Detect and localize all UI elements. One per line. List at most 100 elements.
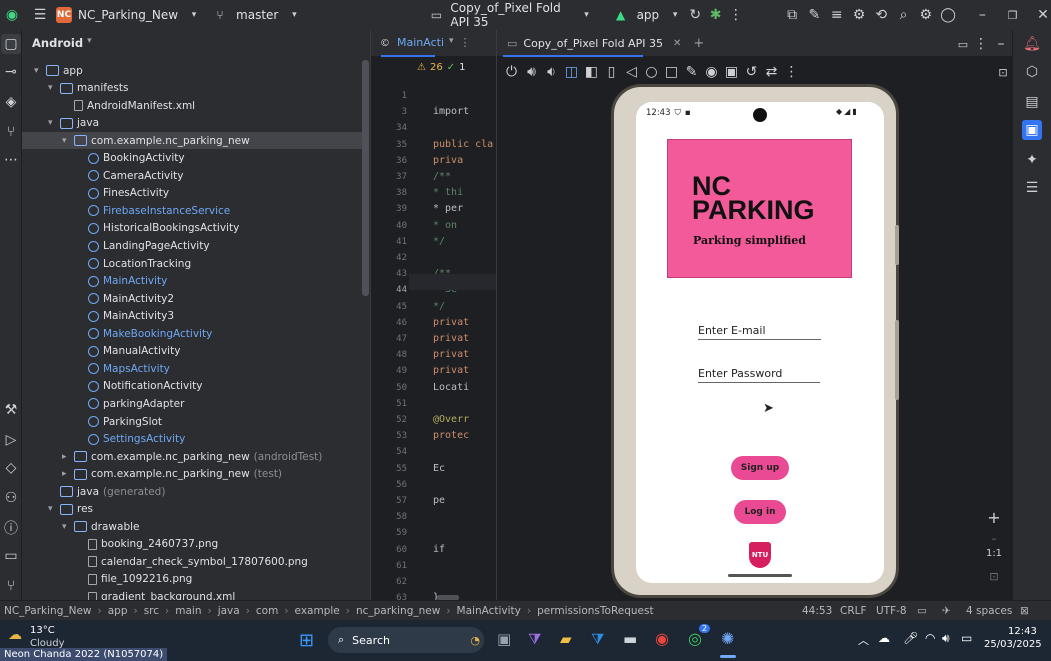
run-config-selector[interactable]: ▲ app ▾ bbox=[611, 0, 686, 30]
account-icon[interactable]: ◯ bbox=[940, 5, 956, 25]
tree-scrollbar[interactable] bbox=[362, 60, 369, 296]
breadcrumb-item[interactable]: com bbox=[256, 605, 278, 617]
code-line[interactable]: @Overr bbox=[433, 414, 495, 425]
lock-icon[interactable]: ⊠ bbox=[1020, 605, 1029, 617]
code-line[interactable]: * per bbox=[433, 203, 495, 214]
tree-item[interactable]: ManualActivity bbox=[22, 343, 362, 360]
volume-up-icon[interactable]: 🔊︎ bbox=[523, 62, 540, 82]
breadcrumb-item[interactable]: main bbox=[175, 605, 201, 617]
file-encoding[interactable]: UTF-8 bbox=[876, 605, 907, 617]
chevron-up-icon[interactable]: ︿ bbox=[858, 632, 869, 648]
battery-icon[interactable]: ▭ bbox=[961, 631, 972, 645]
tree-item[interactable]: FinesActivity bbox=[22, 185, 362, 202]
rotate-left-icon[interactable]: ◧ bbox=[583, 62, 600, 82]
tree-item[interactable]: LandingPageActivity bbox=[22, 238, 362, 255]
code-line[interactable]: if bbox=[433, 544, 495, 555]
tree-item[interactable]: BookingActivity bbox=[22, 150, 362, 167]
gemini-icon[interactable]: ✦ bbox=[1022, 150, 1042, 170]
breadcrumb-item[interactable]: nc_parking_new bbox=[356, 605, 440, 617]
overview-icon[interactable]: □ bbox=[663, 62, 680, 82]
tree-item[interactable]: AndroidManifest.xml bbox=[22, 97, 362, 114]
tree-item[interactable]: MainActivity2 bbox=[22, 290, 362, 307]
code-line[interactable]: * thi bbox=[433, 187, 495, 198]
tree-item[interactable]: java (generated) bbox=[22, 483, 362, 500]
tree-item[interactable]: ▾ app bbox=[22, 62, 362, 79]
code-line[interactable]: public cla bbox=[433, 139, 495, 150]
indent-setting[interactable]: 4 spaces bbox=[966, 605, 1012, 617]
extended-controls-icon[interactable]: ⊡ bbox=[993, 62, 1013, 82]
plugin-icon[interactable]: ⚙ bbox=[851, 5, 867, 25]
tree-item[interactable]: MapsActivity bbox=[22, 360, 362, 377]
chrome-icon[interactable]: ◉ bbox=[655, 629, 669, 648]
password-field[interactable]: Enter Password bbox=[698, 367, 820, 383]
close-tab-icon[interactable]: ✕ bbox=[673, 38, 681, 49]
tree-item[interactable]: file_1092216.png bbox=[22, 571, 362, 588]
tree-item[interactable]: MainActivity3 bbox=[22, 308, 362, 325]
build-icon[interactable]: ⚒ bbox=[1, 400, 21, 420]
sign-up-button[interactable]: Sign up bbox=[731, 456, 789, 480]
rerun-icon[interactable]: ↻ bbox=[687, 5, 703, 25]
zoom-out-icon[interactable]: – bbox=[981, 532, 1007, 548]
run-icon[interactable]: ▷ bbox=[1, 430, 21, 450]
more-icon[interactable]: ⋮ bbox=[460, 36, 471, 50]
home-icon[interactable]: ○ bbox=[643, 62, 660, 82]
windows-start-icon[interactable]: ⊞ bbox=[299, 630, 314, 651]
logcat-icon[interactable]: ≡ bbox=[829, 5, 845, 25]
taskbar-search[interactable]: ⌕ Search ◔ bbox=[328, 627, 484, 653]
breadcrumb-item[interactable]: example bbox=[295, 605, 340, 617]
file-explorer-icon[interactable]: ▰ bbox=[560, 630, 572, 648]
gesture-handle[interactable] bbox=[728, 574, 792, 577]
screen-record-icon[interactable]: ▣ bbox=[723, 62, 740, 82]
code-line[interactable]: pe bbox=[433, 495, 495, 506]
chevron-down-icon[interactable]: ▾ bbox=[34, 66, 46, 76]
chevron-down-icon[interactable]: ▾ bbox=[62, 136, 74, 146]
tree-item[interactable]: MakeBookingActivity bbox=[22, 325, 362, 342]
breadcrumb-item[interactable]: java bbox=[218, 605, 240, 617]
code-line[interactable]: Ec bbox=[433, 463, 495, 474]
tree-item[interactable]: NotificationActivity bbox=[22, 378, 362, 395]
power-icon[interactable]: ⏻ bbox=[503, 62, 520, 82]
sync-icon[interactable]: ⟲ bbox=[873, 5, 889, 25]
tree-item[interactable]: ▸ com.example.nc_parking_new (androidTest) bbox=[22, 448, 362, 465]
code-line[interactable]: */ bbox=[433, 236, 495, 247]
apply-changes-icon[interactable]: ⧉ bbox=[784, 5, 800, 25]
clock-time[interactable]: 12:43 bbox=[1008, 626, 1037, 637]
chevron-right-icon[interactable]: ▸ bbox=[62, 452, 74, 462]
tree-item[interactable]: MainActivity bbox=[22, 273, 362, 290]
zoom-actual-size[interactable]: 1:1 bbox=[981, 548, 1007, 570]
chevron-right-icon[interactable]: ▸ bbox=[62, 469, 74, 479]
commit-icon[interactable]: ⊸ bbox=[1, 62, 21, 82]
project-switcher[interactable]: NC NC_Parking_New ▾ bbox=[56, 0, 204, 30]
more-icon[interactable]: ⋮ bbox=[783, 62, 800, 82]
rotate-right-icon[interactable]: ▯ bbox=[603, 62, 620, 82]
project-view-selector[interactable]: Android ▾ bbox=[32, 36, 92, 50]
code-line[interactable]: protec bbox=[433, 430, 495, 441]
chevron-down-icon[interactable]: ▾ bbox=[48, 118, 60, 128]
terminal-icon[interactable]: ▭ bbox=[1, 546, 21, 566]
ai-icon[interactable]: ✈ bbox=[942, 605, 951, 617]
temperature[interactable]: 13°C bbox=[30, 625, 55, 636]
code-line[interactable]: /** bbox=[433, 171, 495, 182]
wifi-icon[interactable]: ◠ bbox=[925, 631, 935, 645]
gem-icon[interactable]: ◇ bbox=[1, 458, 21, 478]
chevron-down-icon[interactable]: ▾ bbox=[62, 522, 74, 532]
layout-icon[interactable]: ▭ bbox=[953, 34, 973, 54]
minimize-icon[interactable]: – bbox=[974, 5, 990, 25]
volume-down-icon[interactable]: 🔉︎ bbox=[543, 62, 560, 82]
translate-icon[interactable]: ✎ bbox=[806, 5, 822, 25]
problems-icon[interactable]: ⓘ bbox=[1, 518, 21, 538]
minimize-panel-icon[interactable]: – bbox=[991, 34, 1011, 54]
more-actions-icon[interactable]: ⋮ bbox=[728, 5, 744, 25]
tree-item[interactable]: parkingAdapter bbox=[22, 395, 362, 412]
code-line[interactable]: Locati bbox=[433, 382, 495, 393]
chevron-down-icon[interactable]: ▾ bbox=[48, 83, 60, 93]
breadcrumb-item[interactable]: NC_Parking_New bbox=[4, 605, 92, 617]
line-separator[interactable]: CRLF bbox=[840, 605, 867, 617]
wipe-icon[interactable]: ✎ bbox=[683, 62, 700, 82]
search-icon[interactable]: ⌕ bbox=[895, 5, 911, 25]
gradle-icon[interactable]: ⬡ bbox=[1022, 62, 1042, 82]
close-icon[interactable]: ✕ bbox=[1035, 5, 1051, 25]
caret-position[interactable]: 44:53 bbox=[802, 605, 832, 617]
pull-request-icon[interactable]: ⑂ bbox=[1, 122, 21, 142]
tree-item[interactable]: CameraActivity bbox=[22, 167, 362, 184]
